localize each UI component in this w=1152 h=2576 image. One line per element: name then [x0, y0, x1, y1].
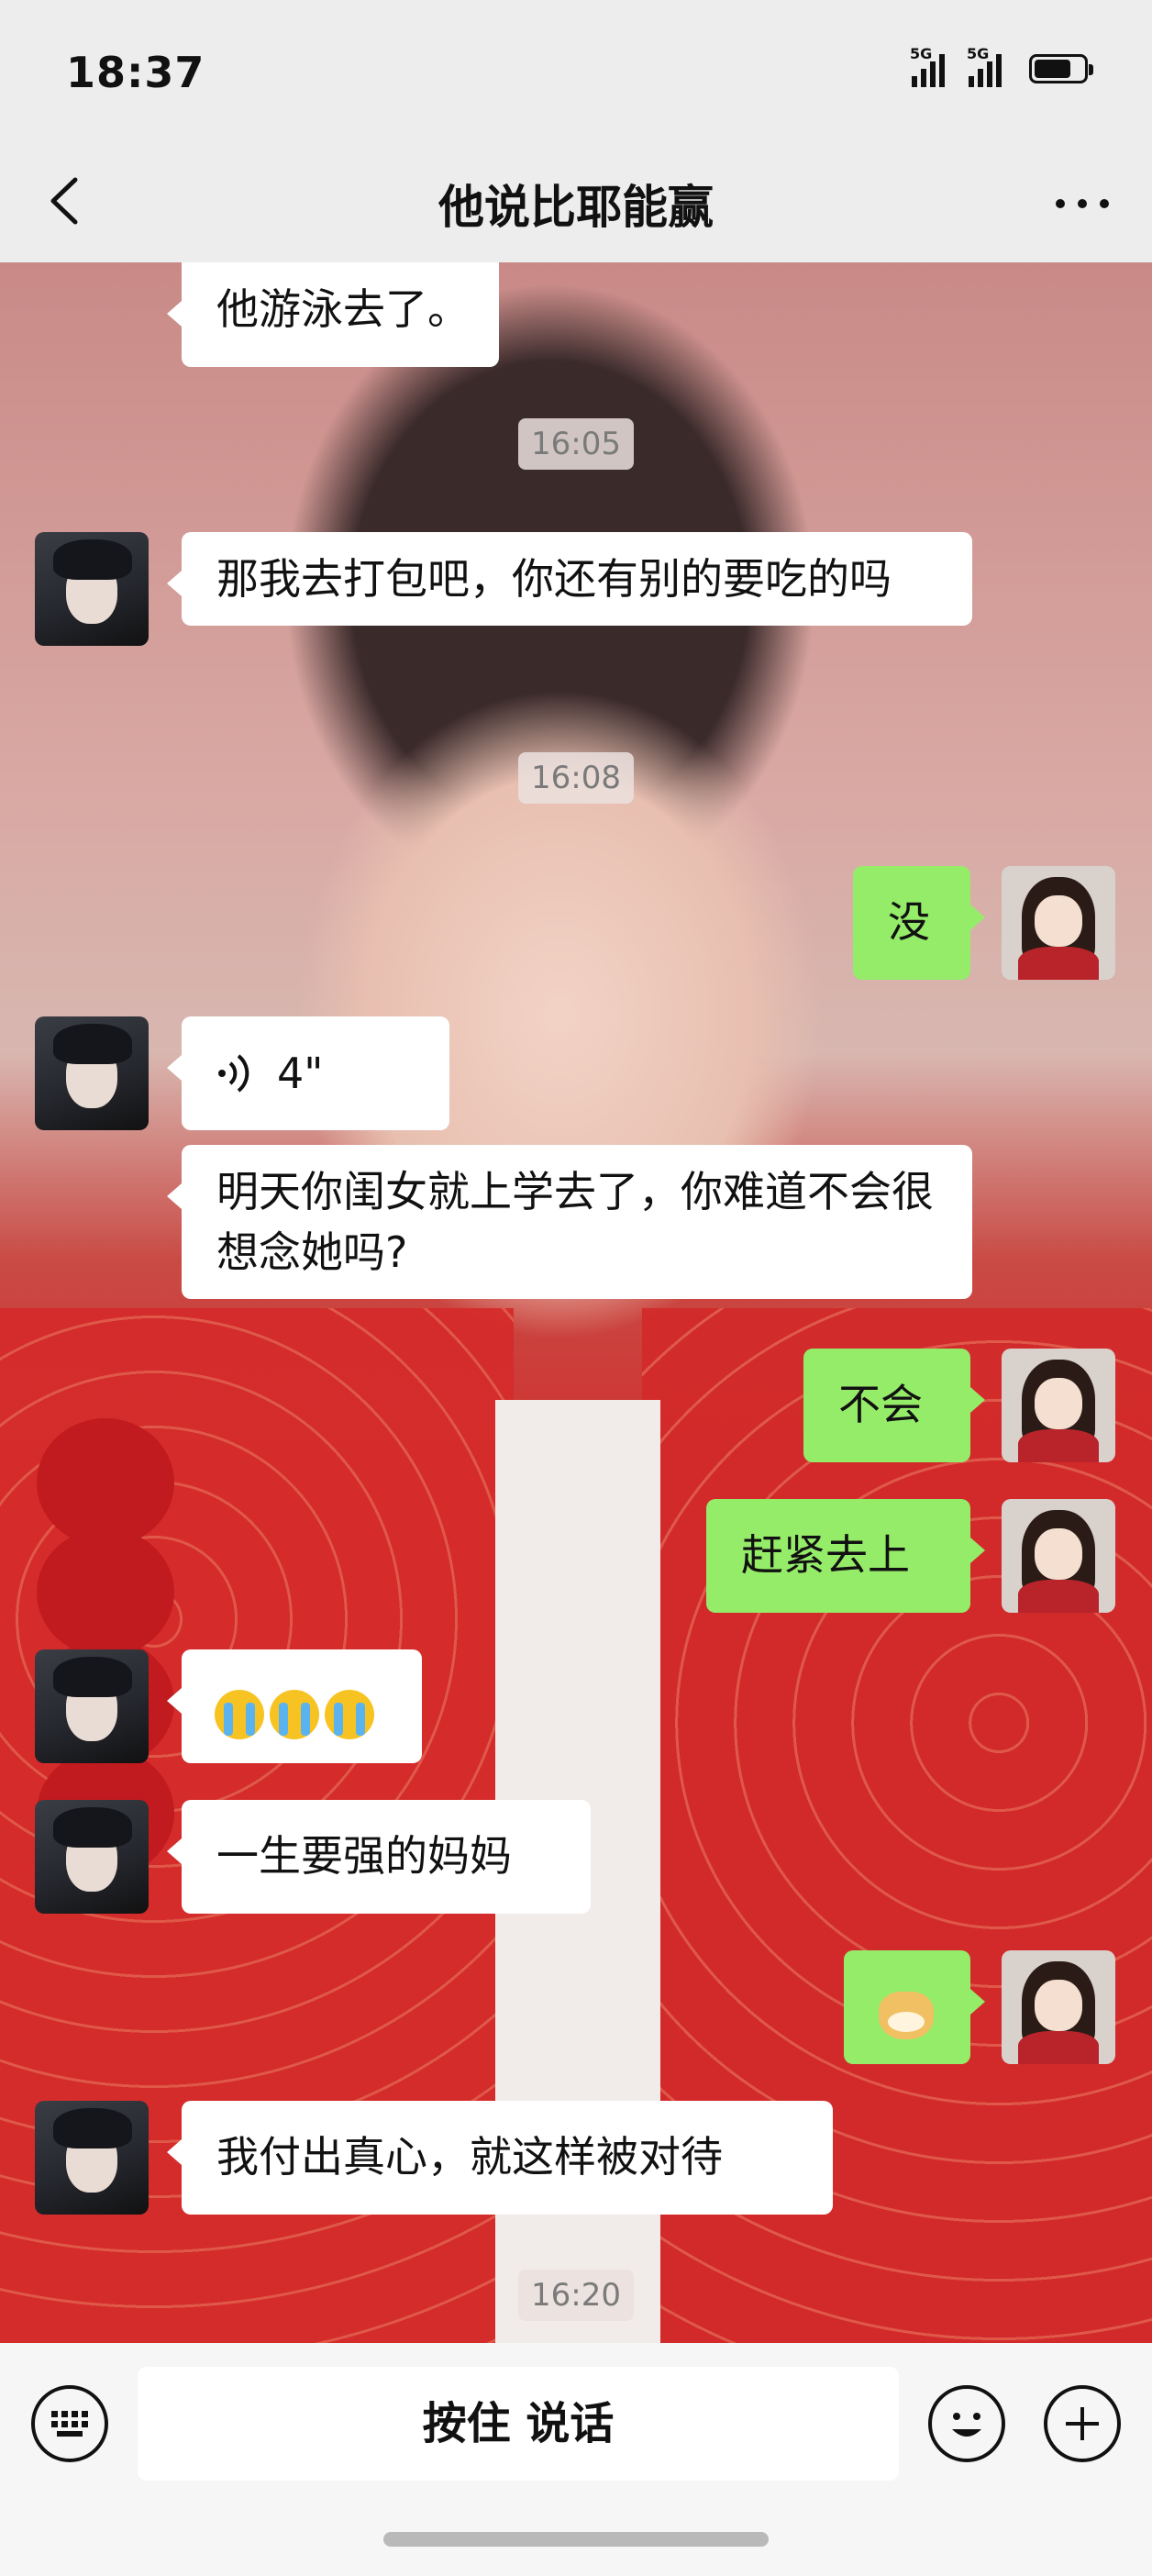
- more-options-icon[interactable]: [1046, 174, 1119, 229]
- message-bubble-outgoing[interactable]: 不会: [803, 1349, 985, 1462]
- timestamp: 16:05: [0, 418, 1152, 470]
- smile-icon: [952, 2413, 981, 2437]
- crying-face-icon: [325, 1689, 374, 1739]
- status-time: 18:37: [66, 48, 205, 97]
- message-bubble-incoming[interactable]: 我付出真心，就这样被对待: [167, 2101, 833, 2215]
- voice-message-bubble[interactable]: 4": [167, 1016, 449, 1130]
- message-text: 不会: [838, 1380, 923, 1429]
- message-bubble-incoming[interactable]: 明天你闺女就上学去了，你难道不会很想念她吗?: [167, 1145, 972, 1299]
- voice-duration: 4": [277, 1049, 324, 1098]
- doge-icon: [879, 1991, 934, 2039]
- avatar-self[interactable]: [1002, 1349, 1115, 1462]
- voice-wave-icon: [218, 1054, 249, 1093]
- message-text: 他游泳去了。: [216, 284, 470, 334]
- avatar-contact[interactable]: [35, 1016, 149, 1130]
- emoji-message-bubble[interactable]: [844, 1950, 985, 2064]
- battery-icon: [1029, 54, 1093, 83]
- message-text: 一生要强的妈妈: [216, 1831, 512, 1881]
- avatar-self[interactable]: [1002, 1499, 1115, 1613]
- message-bubble-outgoing[interactable]: 没: [853, 866, 985, 980]
- emoji-button[interactable]: [928, 2385, 1005, 2462]
- signal-icon: 5G: [910, 45, 945, 87]
- timestamp: 16:08: [0, 752, 1152, 804]
- message-bubble-incoming[interactable]: 他游泳去了。: [167, 262, 499, 367]
- hold-to-talk-button[interactable]: 按住 说话: [138, 2367, 899, 2481]
- keyboard-icon: [51, 2411, 88, 2437]
- chat-area[interactable]: 他游泳去了。 16:05 那我去打包吧，你还有别的要吃的吗 16:08 没 4"…: [0, 262, 1152, 2343]
- chat-title: 他说比耶能赢: [438, 181, 714, 234]
- status-bar: 18:37 5G 5G: [0, 0, 1152, 138]
- message-text: 赶紧去上: [741, 1530, 910, 1580]
- message-text: 没: [888, 897, 930, 947]
- avatar-self[interactable]: [1002, 1950, 1115, 2064]
- avatar-contact[interactable]: [35, 2101, 149, 2215]
- keyboard-toggle-button[interactable]: [31, 2385, 108, 2462]
- plus-icon: [1066, 2407, 1099, 2440]
- avatar-self[interactable]: [1002, 866, 1115, 980]
- timestamp: 16:20: [0, 2270, 1152, 2321]
- home-indicator[interactable]: [383, 2532, 769, 2547]
- avatar-contact[interactable]: [35, 1800, 149, 1914]
- message-text: 明天你闺女就上学去了，你难道不会很想念她吗?: [216, 1167, 934, 1277]
- more-functions-button[interactable]: [1044, 2385, 1121, 2462]
- signal-icon: 5G: [967, 45, 1002, 87]
- avatar-contact[interactable]: [35, 1649, 149, 1763]
- crying-face-icon: [215, 1689, 264, 1739]
- emoji-message-bubble[interactable]: [167, 1649, 422, 1763]
- crying-face-icon: [270, 1689, 319, 1739]
- chat-header: 他说比耶能赢: [0, 138, 1152, 262]
- avatar-contact[interactable]: [35, 532, 149, 646]
- message-bubble-incoming[interactable]: 一生要强的妈妈: [167, 1800, 591, 1914]
- message-text: 那我去打包吧，你还有别的要吃的吗: [216, 554, 892, 604]
- message-bubble-outgoing[interactable]: 赶紧去上: [706, 1499, 985, 1613]
- message-text: 我付出真心，就这样被对待: [216, 2132, 723, 2182]
- status-icons: 5G 5G: [910, 45, 1093, 87]
- message-bubble-incoming[interactable]: 那我去打包吧，你还有别的要吃的吗: [167, 532, 972, 626]
